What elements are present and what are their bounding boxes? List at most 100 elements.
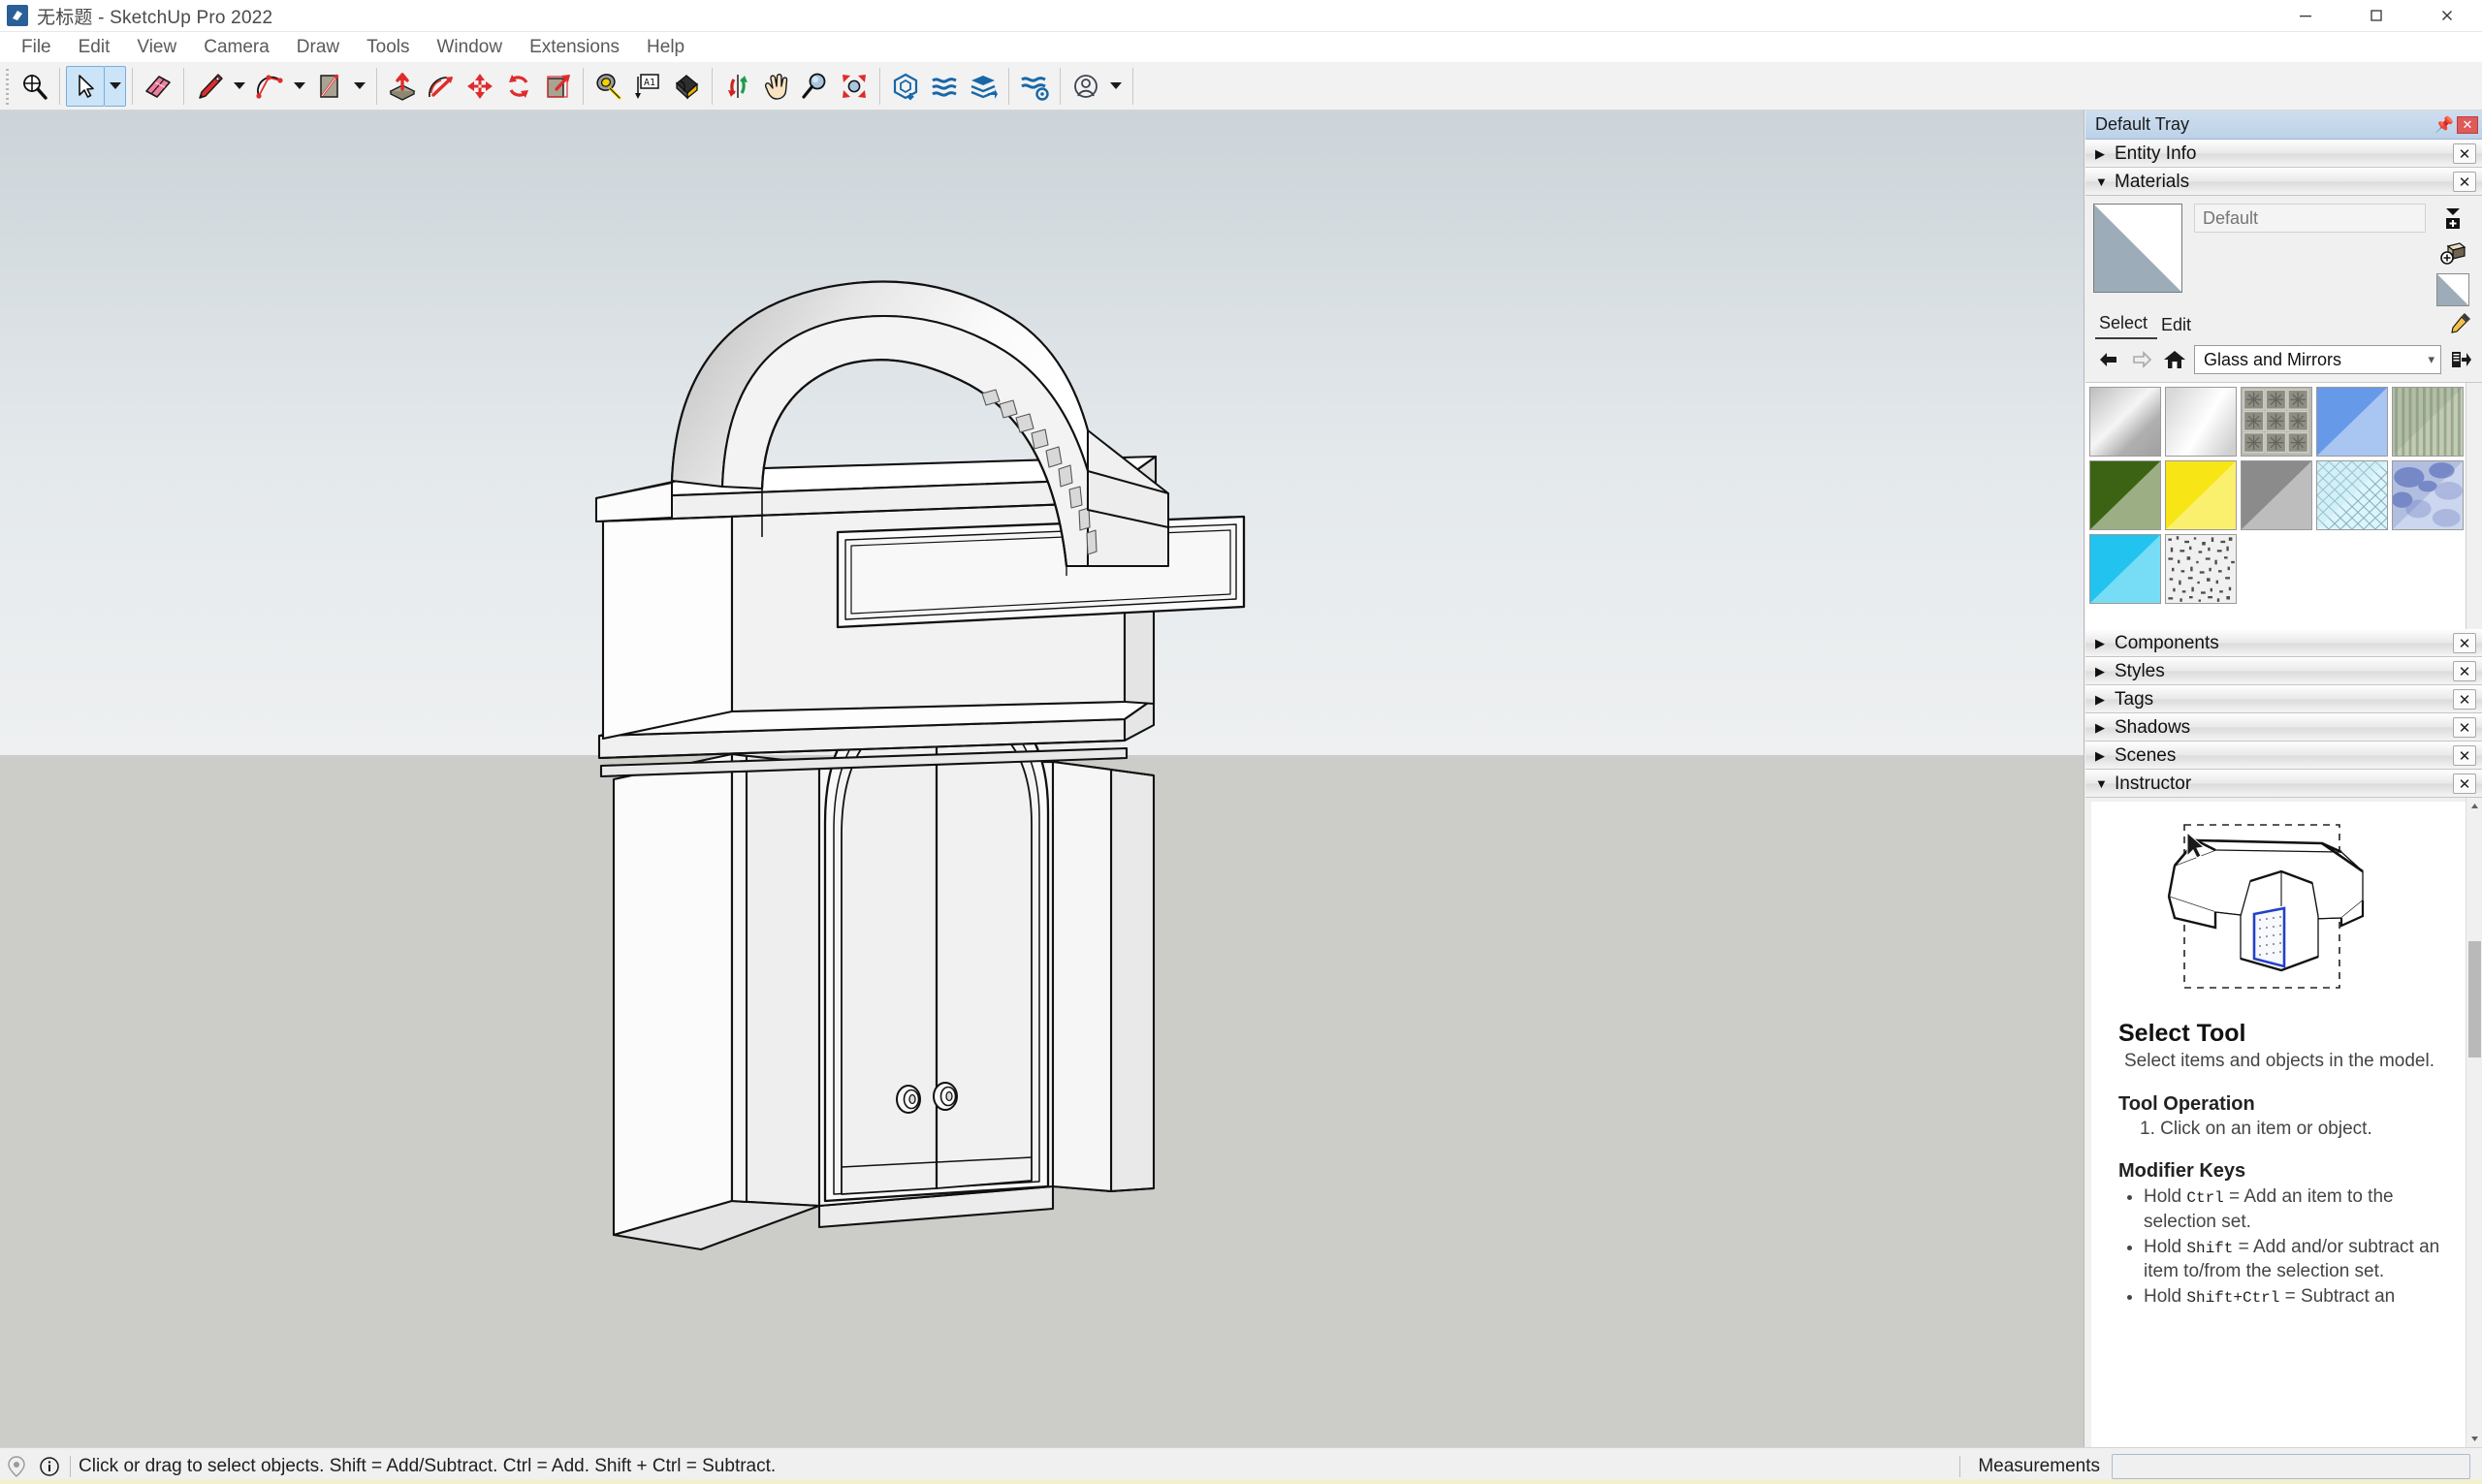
tab-edit[interactable]: Edit [2157, 312, 2201, 339]
swatch-glass-frosted-noise[interactable] [2165, 534, 2237, 604]
model-viewport[interactable] [0, 111, 2084, 1447]
menu-edit[interactable]: Edit [65, 33, 124, 62]
paint-bucket-tool[interactable] [667, 66, 706, 107]
close-icon[interactable]: ✕ [2453, 689, 2476, 710]
pan-tool[interactable] [757, 66, 796, 107]
move-tool[interactable] [461, 66, 499, 107]
swatch-translucent-yellow[interactable] [2165, 460, 2237, 530]
rectangle-tool[interactable] [310, 66, 349, 107]
panel-components-label: Components [2115, 632, 2219, 653]
menu-extensions[interactable]: Extensions [516, 33, 633, 62]
dimension-tool[interactable]: A1 [628, 66, 667, 107]
swatch-mirror-white[interactable] [2165, 387, 2237, 457]
add-material-to-model-icon[interactable] [2436, 238, 2469, 268]
close-icon[interactable]: ✕ [2453, 774, 2476, 794]
instructor-title: Select Tool [2118, 1020, 2246, 1047]
select-tool[interactable] [66, 65, 105, 107]
swatch-glass-sky-reflection[interactable] [2392, 460, 2464, 530]
rotate-tool[interactable] [499, 66, 538, 107]
info-circle-icon[interactable] [33, 1456, 66, 1477]
panel-instructor[interactable]: ▼ Instructor ✕ [2085, 770, 2482, 798]
details-arrow-icon[interactable] [2447, 346, 2474, 373]
menu-file[interactable]: File [8, 33, 65, 62]
tape-measure-tool[interactable] [589, 66, 628, 107]
eraser-tool[interactable] [139, 66, 177, 107]
orbit-tool[interactable] [718, 66, 757, 107]
zoom-window-tool[interactable] [15, 66, 53, 107]
menu-view[interactable]: View [123, 33, 190, 62]
menu-help[interactable]: Help [633, 33, 698, 62]
swatch-translucent-green[interactable] [2089, 460, 2161, 530]
share-model-button[interactable] [964, 66, 1002, 107]
scrollbar-thumb[interactable] [2468, 941, 2481, 1058]
panel-entity-info[interactable]: ▶ Entity Info ✕ [2085, 140, 2482, 168]
default-material-swatch[interactable] [2093, 204, 2182, 293]
forward-arrow-icon[interactable] [2128, 346, 2155, 373]
tab-select[interactable]: Select [2095, 310, 2158, 339]
swatch-translucent-gray[interactable] [2241, 460, 2312, 530]
menu-window[interactable]: Window [424, 33, 517, 62]
zoom-extents-tool[interactable] [835, 66, 874, 107]
close-icon[interactable]: ✕ [2453, 717, 2476, 738]
scroll-up-arrow-icon[interactable] [2466, 798, 2482, 814]
tray-close-button[interactable]: ✕ [2457, 115, 2478, 134]
home-icon[interactable] [2161, 346, 2188, 373]
close-icon[interactable]: ✕ [2453, 633, 2476, 653]
material-library-select[interactable]: Glass and Mirrors ▾ [2194, 345, 2441, 374]
swatch-mirror-silver[interactable] [2089, 387, 2161, 457]
panel-scenes[interactable]: ▶ Scenes ✕ [2085, 742, 2482, 770]
measurements-input[interactable] [2112, 1453, 2470, 1479]
eyedropper-icon[interactable] [2449, 311, 2472, 339]
materials-tabs: Select Edit [2085, 312, 2482, 339]
push-pull-tool[interactable] [383, 66, 422, 107]
geo-location-icon[interactable] [0, 1455, 33, 1477]
zoom-tool[interactable] [796, 66, 835, 107]
minimize-button[interactable] [2270, 0, 2340, 32]
swatch-glass-block[interactable] [2241, 387, 2312, 457]
pin-icon[interactable]: 📌 [2434, 115, 2454, 135]
swatch-translucent-cyan[interactable] [2089, 534, 2161, 604]
panel-tags[interactable]: ▶ Tags ✕ [2085, 685, 2482, 713]
material-name-input[interactable] [2194, 204, 2426, 233]
arc-tool-dropdown[interactable] [289, 66, 310, 107]
toolbar-separator [1008, 67, 1009, 105]
line-tool[interactable] [190, 66, 229, 107]
scroll-down-arrow-icon[interactable] [2466, 1431, 2482, 1447]
maximize-button[interactable] [2340, 0, 2411, 32]
menu-draw[interactable]: Draw [283, 33, 353, 62]
close-icon[interactable]: ✕ [2453, 745, 2476, 766]
follow-me-tool[interactable] [422, 66, 461, 107]
close-button[interactable] [2411, 0, 2482, 32]
menu-camera[interactable]: Camera [190, 33, 283, 62]
panel-shadows[interactable]: ▶ Shadows ✕ [2085, 713, 2482, 742]
scale-tool[interactable] [538, 66, 577, 107]
swatch-glass-blue[interactable] [2316, 387, 2388, 457]
instructor-scrollbar[interactable] [2466, 798, 2482, 1447]
select-tool-dropdown[interactable] [105, 65, 126, 107]
account-dropdown[interactable] [1105, 66, 1127, 107]
toolbar-separator [376, 67, 377, 105]
panel-components[interactable]: ▶ Components ✕ [2085, 629, 2482, 657]
materials-scrollbar[interactable] [2466, 383, 2482, 629]
close-icon[interactable]: ✕ [2453, 143, 2476, 164]
extension-warehouse-button[interactable] [925, 66, 964, 107]
status-divider [1959, 1455, 1961, 1477]
back-arrow-icon[interactable] [2095, 346, 2122, 373]
close-icon[interactable]: ✕ [2453, 172, 2476, 192]
menu-tools[interactable]: Tools [353, 33, 423, 62]
rectangle-tool-dropdown[interactable] [349, 66, 370, 107]
panel-styles[interactable]: ▶ Styles ✕ [2085, 657, 2482, 685]
arc-tool[interactable] [250, 66, 289, 107]
swatch-glass-safety-mesh[interactable] [2316, 460, 2388, 530]
toolbar-grip[interactable] [3, 66, 12, 106]
panel-materials[interactable]: ▼ Materials ✕ [2085, 168, 2482, 196]
3d-warehouse-button[interactable] [886, 66, 925, 107]
create-material-icon[interactable] [2436, 204, 2469, 233]
status-divider [70, 1455, 71, 1477]
swatch-glass-green-stripe[interactable] [2392, 387, 2464, 457]
close-icon[interactable]: ✕ [2453, 661, 2476, 681]
line-tool-dropdown[interactable] [229, 66, 250, 107]
arched-entryway-facade-model[interactable] [0, 111, 2084, 1447]
account-button[interactable] [1066, 66, 1105, 107]
extension-manager-button[interactable] [1015, 66, 1054, 107]
